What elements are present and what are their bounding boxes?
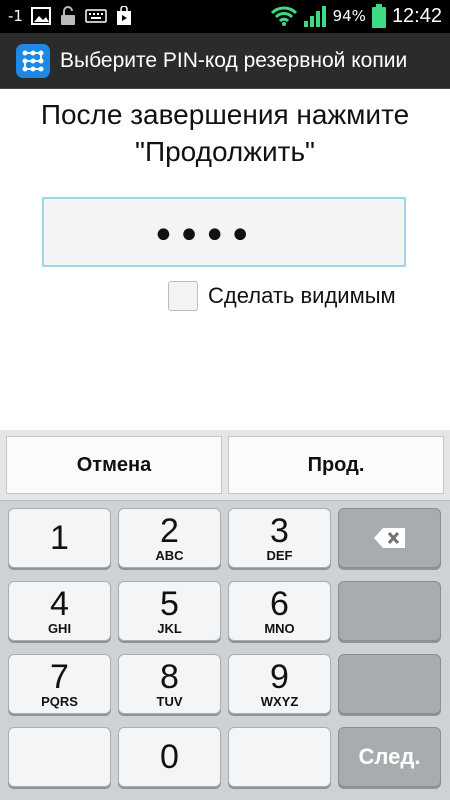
blank-key — [338, 654, 441, 714]
continue-button[interactable]: Прод. — [228, 436, 444, 494]
pin-input-value: •••• — [151, 213, 254, 259]
status-left: -1 — [8, 6, 133, 26]
key-5-number: 5 — [160, 584, 179, 623]
key-2-number: 2 — [160, 511, 179, 550]
blank-key — [8, 727, 111, 787]
instruction-text: После завершения нажмите "Продолжить" — [0, 96, 450, 170]
instruction-line-1: После завершения нажмите — [40, 99, 410, 130]
pin-input[interactable]: •••• — [42, 197, 406, 267]
key-4-letters: GHI — [47, 620, 72, 636]
key-4-number: 4 — [50, 584, 69, 623]
key-0-number: 0 — [160, 738, 179, 776]
status-right: 94% 12:42 — [270, 4, 442, 28]
next-key[interactable]: След. — [338, 727, 441, 787]
keyboard-icon — [85, 9, 107, 23]
next-key-label: След. — [358, 744, 421, 769]
key-6[interactable]: 6 MNO — [228, 581, 331, 641]
show-pin-row[interactable]: Сделать видимым — [168, 281, 396, 311]
page-title: Выберите PIN-код резервной копии — [60, 49, 408, 72]
key-3[interactable]: 3 DEF — [228, 508, 331, 568]
keyboard: Отмена Прод. 1 2 ABC 3 DEF 4 GHI 5 JKL 6… — [0, 430, 450, 800]
backspace-key[interactable] — [338, 508, 441, 568]
signal-minus-text: -1 — [8, 7, 23, 25]
key-6-letters: MNO — [264, 620, 295, 636]
key-5-letters: JKL — [157, 620, 182, 636]
key-9[interactable]: 9 WXYZ — [228, 654, 331, 714]
key-7-letters: PQRS — [41, 693, 78, 709]
key-9-number: 9 — [270, 657, 289, 696]
key-2[interactable]: 2 ABC — [118, 508, 221, 568]
key-0[interactable]: 0 — [118, 727, 221, 787]
keyboard-action-bar: Отмена Прод. — [0, 430, 450, 501]
key-4[interactable]: 4 GHI — [8, 581, 111, 641]
play-store-icon — [116, 6, 131, 25]
instruction-line-2: "Продолжить" — [135, 136, 315, 167]
battery-icon — [371, 4, 386, 28]
cell-signal-icon — [303, 6, 326, 27]
key-8-number: 8 — [160, 657, 179, 696]
clock: 12:42 — [391, 4, 442, 27]
wifi-icon — [270, 6, 297, 26]
cancel-button[interactable]: Отмена — [6, 436, 222, 494]
key-5[interactable]: 5 JKL — [118, 581, 221, 641]
key-6-number: 6 — [270, 584, 289, 623]
key-1-number: 1 — [50, 519, 69, 557]
key-3-number: 3 — [270, 511, 289, 550]
key-7-number: 7 — [50, 657, 69, 696]
pattern-lock-icon — [16, 44, 50, 78]
key-7[interactable]: 7 PQRS — [8, 654, 111, 714]
key-9-letters: WXYZ — [260, 693, 299, 709]
image-icon — [30, 7, 51, 25]
status-bar: -1 94% 12:42 — [0, 0, 450, 33]
show-pin-label: Сделать видимым — [208, 283, 396, 308]
key-8-letters: TUV — [156, 693, 183, 709]
show-pin-checkbox[interactable] — [168, 281, 198, 311]
key-3-letters: DEF — [266, 547, 293, 563]
backspace-icon — [373, 528, 405, 548]
blank-key — [228, 727, 331, 787]
battery-percent: 94% — [332, 7, 366, 25]
title-bar: Выберите PIN-код резервной копии — [0, 33, 450, 89]
unlock-icon — [60, 6, 75, 25]
key-1[interactable]: 1 — [8, 508, 111, 568]
key-8[interactable]: 8 TUV — [118, 654, 221, 714]
key-2-letters: ABC — [155, 547, 184, 563]
blank-key — [338, 581, 441, 641]
